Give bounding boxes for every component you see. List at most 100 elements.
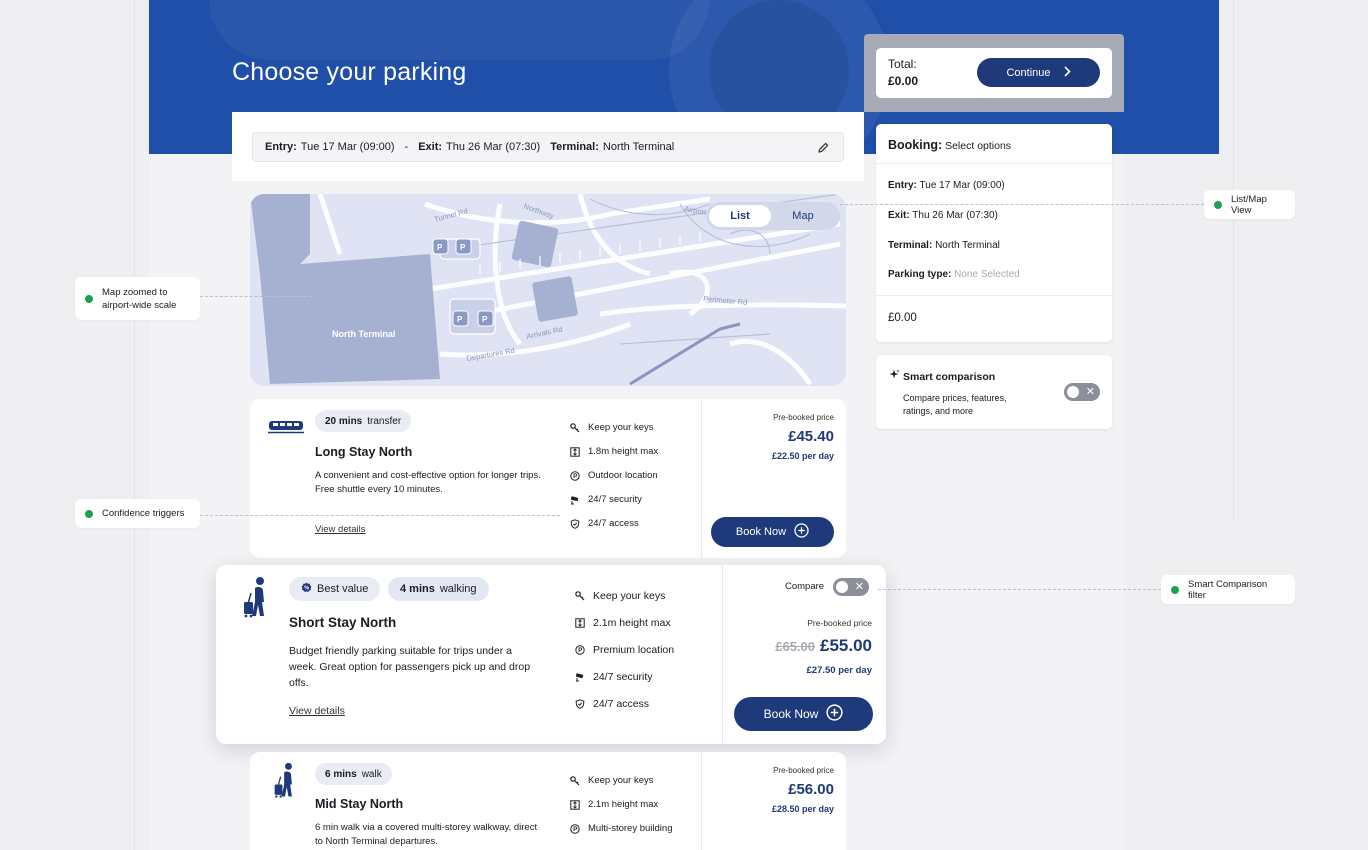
status-dot [85, 509, 93, 518]
annotation-map-zoom: Map zoomed to airport-wide scale [75, 277, 200, 320]
chip-mode: walking [439, 583, 477, 595]
search-criteria-bar[interactable]: Entry: Tue 17 Mar (09:00) - Exit: Thu 26… [252, 132, 844, 162]
booking-exit-row: Exit: Thu 26 Mar (07:30) [888, 210, 998, 221]
parking-type-value: None Selected [954, 269, 1020, 280]
svg-text:P: P [437, 243, 443, 252]
chip-mode: transfer [367, 415, 402, 427]
plus-circle-icon [794, 523, 809, 541]
feature-label: Keep your keys [588, 422, 654, 433]
annotation-confidence: Confidence triggers [75, 499, 200, 528]
smart-comparison-description: Compare prices, features, ratings, and m… [903, 393, 1007, 416]
walking-luggage-icon [272, 762, 298, 805]
status-dot [1171, 585, 1179, 594]
continue-button[interactable]: Continue [977, 58, 1100, 87]
parking-card-long-stay[interactable]: 20 mins transfer Long Stay North A conven… [250, 399, 846, 558]
feature-label: 2.1m height max [588, 799, 659, 810]
price-per-day: £28.50 per day [771, 804, 834, 814]
feature-item: 24/7 access [575, 698, 649, 710]
toggle-knob [1067, 386, 1079, 398]
chevron-right-icon [1063, 65, 1071, 80]
parking-description: 6 min walk via a covered multi-storey wa… [315, 822, 538, 847]
cctv-icon [570, 495, 580, 505]
parking-sign-icon: P [575, 645, 585, 655]
feature-item: P Outdoor location [570, 470, 658, 481]
view-details-link[interactable]: View details [315, 524, 366, 535]
pencil-icon[interactable] [815, 139, 831, 155]
feature-label: 24/7 security [593, 671, 653, 683]
annotation-text: Smart Comparison filter [1188, 578, 1268, 601]
parking-card-mid-stay[interactable]: 6 mins walk Mid Stay North 6 min walk via… [250, 752, 846, 850]
booking-summary-panel: Booking: Select options Entry: Tue 17 Ma… [876, 124, 1112, 342]
smart-comparison-title: Smart comparison [903, 371, 996, 383]
price-value: £56.00 [788, 781, 834, 798]
annotation-text: List/Map View [1231, 193, 1267, 216]
view-details-link[interactable]: View details [289, 705, 345, 717]
feature-item: P Multi-storey building [570, 823, 672, 834]
map-view-option[interactable]: Map [772, 205, 834, 227]
svg-text:%: % [304, 586, 309, 592]
height-icon [570, 446, 580, 457]
annotation-connector [878, 589, 1161, 590]
train-icon [268, 420, 304, 439]
feature-item: Keep your keys [570, 422, 653, 433]
svg-text:Northway: Northway [522, 201, 555, 220]
annotation-list-map: List/Map View [1204, 190, 1295, 219]
feature-label: 1.8m height max [588, 446, 659, 457]
old-price: £65.00 [775, 639, 815, 654]
compare-toggle[interactable]: ✕ [833, 578, 869, 596]
annotation-text: Map zoomed to airport-wide scale [102, 286, 177, 311]
svg-text:P: P [578, 648, 582, 654]
feature-item: 2.1m height max [570, 799, 658, 810]
parking-name: Long Stay North [315, 445, 413, 459]
key-icon [570, 775, 580, 786]
entry-label: Entry: [888, 180, 917, 191]
shield-icon [575, 699, 585, 709]
annotation-connector [200, 515, 560, 516]
booking-terminal-row: Terminal: North Terminal [888, 240, 1000, 251]
parking-description: A convenient and cost-effective option f… [315, 470, 541, 495]
booking-header: Booking: Select options [888, 138, 1011, 152]
svg-text:P: P [460, 243, 466, 252]
svg-text:P: P [482, 315, 488, 324]
map-terminal-label: North Terminal [332, 329, 396, 339]
booking-title: Booking: [888, 138, 943, 152]
best-value-badge: % Best value [289, 577, 381, 601]
card-divider [701, 399, 702, 558]
feature-label: Multi-storey building [588, 823, 673, 834]
cctv-icon [575, 672, 585, 682]
list-map-toggle[interactable]: List Map [706, 202, 840, 230]
annotation-smart-comparison: Smart Comparison filter [1161, 575, 1295, 604]
status-dot [1214, 200, 1222, 209]
feature-label: Outdoor location [588, 470, 658, 481]
smart-comparison-panel: Smart comparison Compare prices, feature… [876, 355, 1112, 429]
smart-comparison-toggle[interactable]: ✕ [1064, 383, 1100, 401]
exit-value: Thu 26 Mar (07:30) [912, 210, 998, 221]
book-now-button[interactable]: Book Now [734, 697, 873, 731]
airport-map[interactable]: PPPP Tunnel Rd Northway Airport Perimete… [250, 194, 846, 386]
walking-time-chip: 6 mins walk [315, 763, 392, 785]
price-value: £45.40 [788, 428, 834, 445]
key-icon [570, 422, 580, 433]
price-label: Pre-booked price [773, 766, 834, 775]
frame-line [1233, 0, 1234, 520]
badge-icon: % [301, 582, 312, 596]
total-value: £0.00 [888, 74, 919, 88]
feature-label: 2.1m height max [593, 617, 671, 629]
book-now-button[interactable]: Book Now [711, 517, 834, 547]
close-icon: ✕ [1085, 386, 1095, 398]
parking-type-label: Parking type: [888, 269, 952, 280]
price-label: Pre-booked price [773, 413, 834, 422]
feature-label: 24/7 security [588, 494, 642, 505]
svg-text:P: P [573, 474, 577, 480]
feature-label: 24/7 access [593, 698, 650, 710]
walking-time-chip: 4 mins walking [388, 577, 489, 601]
list-view-option[interactable]: List [709, 205, 771, 227]
booking-subtitle: Select options [945, 140, 1012, 152]
booking-entry-row: Entry: Tue 17 Mar (09:00) [888, 180, 1005, 191]
terminal-value: North Terminal [602, 141, 675, 153]
parking-card-short-stay[interactable]: % Best value 4 mins walking Short Stay No… [216, 565, 886, 744]
entry-value: Tue 17 Mar (09:00) [919, 180, 1005, 191]
page-title: Choose your parking [232, 58, 467, 86]
svg-text:P: P [457, 315, 463, 324]
booking-parking-type-row: Parking type: None Selected [888, 269, 1020, 280]
